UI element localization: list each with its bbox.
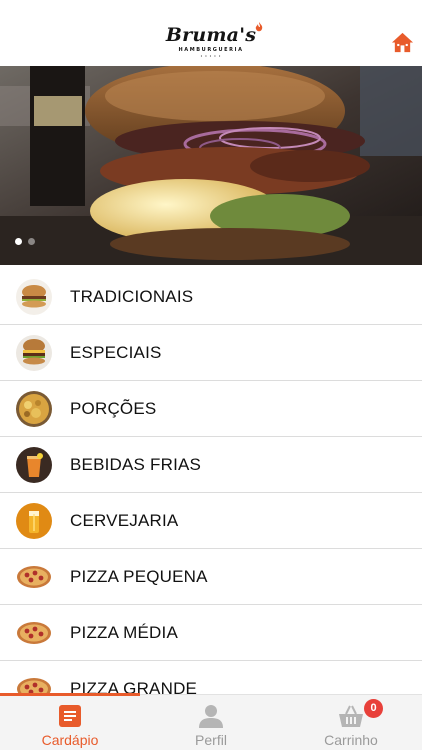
tab-label: Cardápio (41, 732, 99, 748)
menu-list-icon (59, 705, 81, 727)
logo-dots: • • • • • (200, 53, 222, 58)
category-label: PIZZA PEQUENA (70, 567, 208, 586)
category-item-pizza-pequena[interactable]: PIZZA PEQUENA (0, 549, 422, 605)
tab-label: Carrinho (324, 732, 378, 748)
pizza-thumb (16, 615, 52, 651)
home-icon (391, 32, 414, 53)
category-item-cervejaria[interactable]: CERVEJARIA (0, 493, 422, 549)
user-icon (199, 705, 223, 728)
drink-thumb (16, 447, 52, 483)
flame-icon (255, 22, 263, 32)
carousel-dots (15, 238, 35, 245)
home-button[interactable] (391, 31, 414, 54)
portion-thumb (16, 391, 52, 427)
tab-carrinho[interactable]: 0 Carrinho (281, 695, 421, 750)
pizza-thumb (16, 559, 52, 595)
basket-icon (339, 705, 363, 727)
category-label: ESPECIAIS (70, 343, 162, 362)
category-item-porcoes[interactable]: PORÇÕES (0, 381, 422, 437)
carousel-dot[interactable] (15, 238, 22, 245)
bottom-tab-bar: Cardápio Perfil 0 Carrinho (0, 693, 422, 750)
category-label: PORÇÕES (70, 399, 157, 418)
category-item-pizza-media[interactable]: PIZZA MÉDIA (0, 605, 422, 661)
tab-cardapio[interactable]: Cardápio (0, 695, 140, 750)
tab-perfil[interactable]: Perfil (141, 695, 281, 750)
category-item-tradicionais[interactable]: TRADICIONAIS (0, 269, 422, 325)
category-label: CERVEJARIA (70, 511, 179, 530)
carousel-dot[interactable] (28, 238, 35, 245)
tab-label: Perfil (195, 732, 227, 748)
banner-carousel[interactable] (0, 66, 422, 265)
category-item-especiais[interactable]: ESPECIAIS (0, 325, 422, 381)
burger-thumb (16, 279, 52, 315)
category-label: TRADICIONAIS (70, 287, 194, 306)
category-list: TRADICIONAIS ESPECIAIS PORÇÕES BEBIDAS F… (0, 269, 422, 717)
burger-photo (0, 66, 422, 265)
category-item-bebidas-frias[interactable]: BEBIDAS FRIAS (0, 437, 422, 493)
cart-count-badge: 0 (364, 699, 383, 718)
special-burger-thumb (16, 335, 52, 371)
category-label: BEBIDAS FRIAS (70, 455, 202, 474)
logo-wordmark: Bruma's (166, 22, 263, 45)
category-label: PIZZA MÉDIA (70, 623, 178, 642)
app-header: Bruma's HAMBURGUERIA • • • • • (0, 0, 422, 66)
beer-thumb (16, 503, 52, 539)
brand-logo: Bruma's HAMBURGUERIA • • • • • (0, 22, 422, 58)
